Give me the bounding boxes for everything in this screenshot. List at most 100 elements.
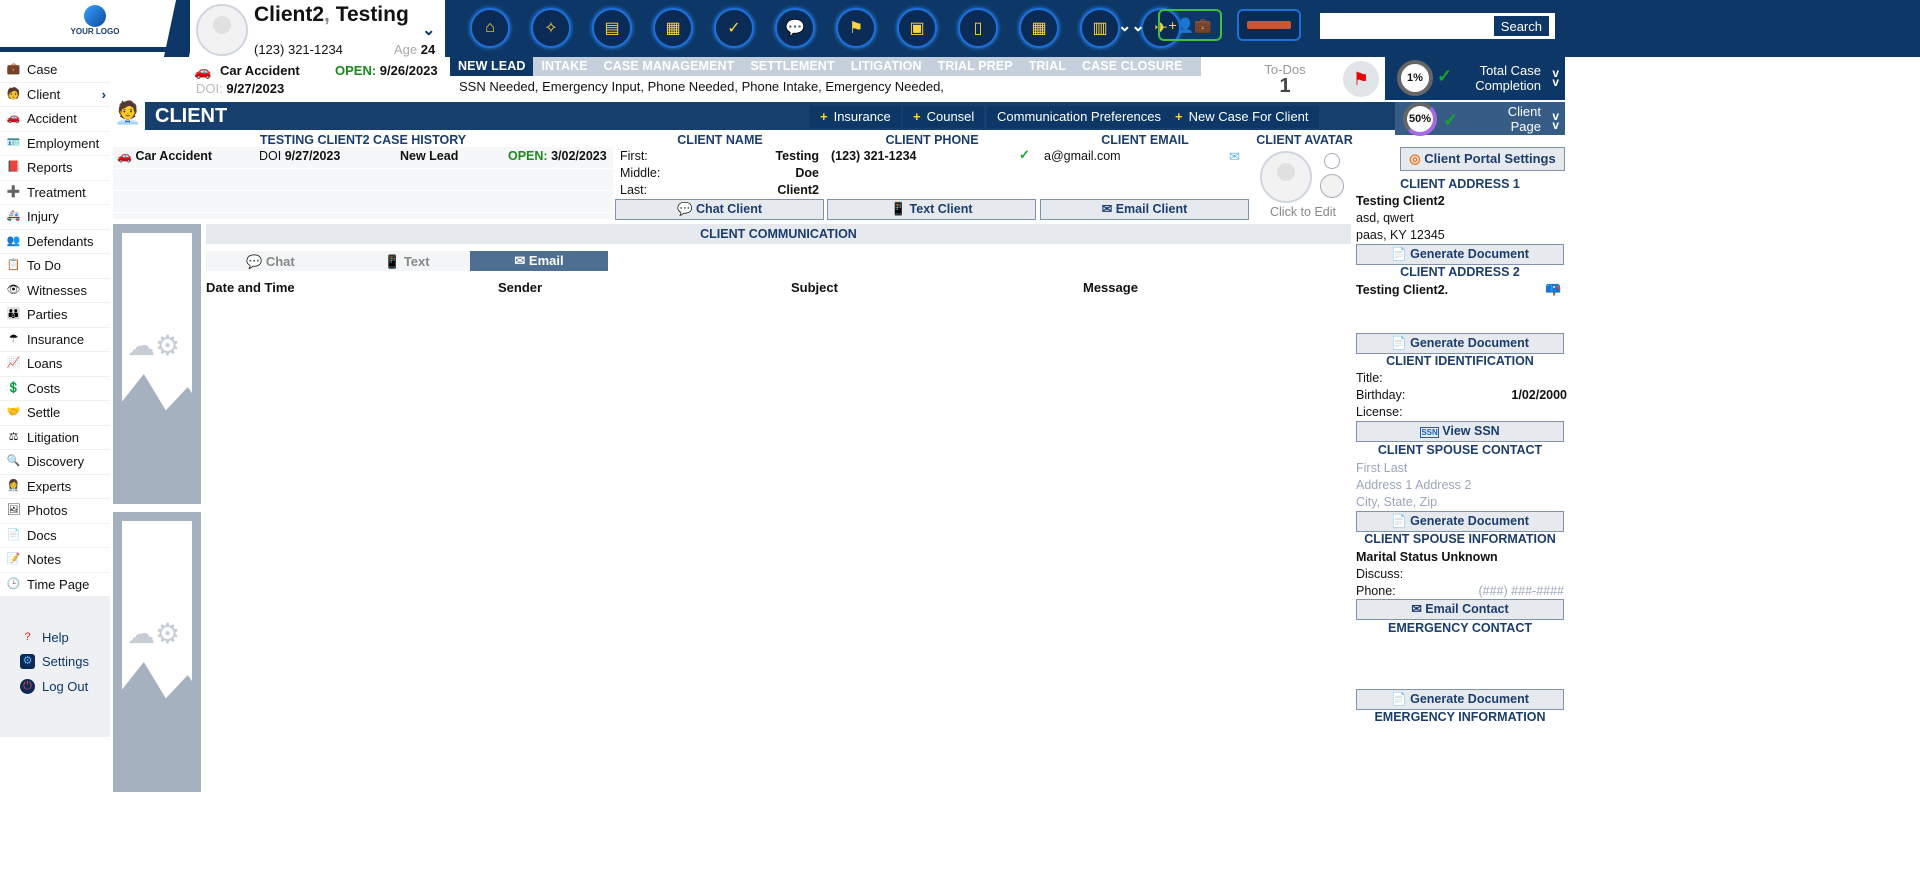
- sidebar-item-witnesses[interactable]: 👁 Witnesses: [0, 279, 110, 303]
- chevron-down-icon[interactable]: ⌄: [422, 20, 435, 40]
- sidebar-item-defendants[interactable]: 👥 Defendants: [0, 230, 110, 254]
- generate-document-button[interactable]: 📄 Generate Document: [1356, 333, 1564, 354]
- home-icon[interactable]: ⌂: [470, 8, 510, 48]
- email-client-button[interactable]: ✉ Email Client: [1040, 199, 1249, 220]
- image-placeholder[interactable]: ☁⚙: [113, 512, 201, 792]
- new-case-for-client-button[interactable]: + New Case For Client: [1165, 106, 1319, 128]
- add-counsel-button[interactable]: + Counsel: [903, 106, 985, 128]
- column-header-date[interactable]: Date and Time: [206, 280, 295, 295]
- image-placeholder[interactable]: ☁⚙: [113, 224, 201, 504]
- avatar-option[interactable]: [1324, 153, 1340, 169]
- logo[interactable]: YOUR LOGO: [0, 0, 190, 52]
- module-icons: ⌂ ✧ ▤ ▦ ✓ 💬 ⚑ ▣ ▯ ▦ ▥ ✈: [470, 8, 1181, 48]
- compass-icon[interactable]: ✧: [531, 8, 571, 48]
- sidebar-item-treatment[interactable]: ➕ Treatment: [0, 181, 110, 205]
- settle-icon: 🤝: [6, 406, 21, 419]
- envelope-icon[interactable]: ✉: [1229, 149, 1240, 165]
- inbox-icon[interactable]: [1237, 9, 1301, 41]
- calendar-icon[interactable]: ▦: [653, 8, 693, 48]
- document-icon[interactable]: ▤: [592, 8, 632, 48]
- sidebar-item-client[interactable]: 🧑 Client ›: [0, 83, 110, 107]
- sidebar-item-help[interactable]: ? Help: [0, 625, 110, 650]
- search-box: Search: [1320, 13, 1555, 39]
- sidebar-item-docs[interactable]: 📄 Docs: [0, 524, 110, 548]
- generate-document-button[interactable]: 📄 Generate Document: [1356, 511, 1564, 532]
- total-completion-panel[interactable]: 1% ✓ Total Case Completion vv: [1385, 57, 1565, 100]
- calculator-icon[interactable]: ▦: [1019, 8, 1059, 48]
- sidebar-item-discovery[interactable]: 🔍 Discovery: [0, 450, 110, 475]
- sidebar-item-settle[interactable]: 🤝 Settle: [0, 401, 110, 426]
- sidebar-item-loans[interactable]: 📈 Loans: [0, 352, 110, 377]
- search-button[interactable]: Search: [1493, 16, 1549, 36]
- add-client-case-button[interactable]: +👤💼: [1158, 9, 1222, 41]
- mailbox-icon[interactable]: 📪: [1545, 281, 1561, 297]
- tab-text[interactable]: 📱 Text: [384, 254, 430, 270]
- todos-counter[interactable]: To-Dos 1: [1255, 62, 1315, 96]
- stage-tab-case-management[interactable]: CASE MANAGEMENT: [596, 57, 743, 76]
- client-portal-settings-button[interactable]: ◎ Client Portal Settings: [1400, 147, 1565, 171]
- click-to-edit-label: Click to Edit: [1270, 205, 1336, 219]
- generate-document-button[interactable]: 📄 Generate Document: [1356, 244, 1564, 265]
- client-avatar[interactable]: [196, 4, 248, 56]
- sidebar-item-injury[interactable]: 🚑 Injury: [0, 205, 110, 230]
- sidebar-item-settings[interactable]: ⚙ Settings: [0, 650, 110, 675]
- stage-tab-trial-prep[interactable]: TRIAL PREP: [930, 57, 1021, 76]
- stage-tab-new-lead[interactable]: NEW LEAD: [450, 57, 534, 76]
- add-insurance-button[interactable]: + Insurance: [810, 106, 901, 128]
- sidebar-item-time-page[interactable]: 🕒 Time Page: [0, 573, 110, 597]
- sidebar-item-litigation[interactable]: ⚖ Litigation: [0, 426, 110, 450]
- client-avatar-image[interactable]: [1260, 151, 1312, 203]
- column-header-sender[interactable]: Sender: [498, 280, 542, 295]
- spouse-address: Address 1 Address 2: [1356, 478, 1472, 492]
- stage-tab-settlement[interactable]: SETTLEMENT: [742, 57, 842, 76]
- expand-icon[interactable]: vv: [1552, 110, 1559, 131]
- sidebar-item-experts[interactable]: 👩‍⚕️ Experts: [0, 475, 110, 499]
- column-header-subject[interactable]: Subject: [791, 280, 838, 295]
- chart-icon[interactable]: ▣: [897, 8, 937, 48]
- stage-tab-intake[interactable]: INTAKE: [533, 57, 595, 76]
- case-type: Car Accident: [220, 63, 300, 78]
- avatar-option[interactable]: [1320, 174, 1344, 198]
- sidebar-item-photos[interactable]: 🖼 Photos: [0, 499, 110, 524]
- text-client-button[interactable]: 📱 Text Client: [827, 199, 1036, 220]
- stage-tab-trial[interactable]: TRIAL: [1021, 57, 1074, 76]
- view-ssn-button[interactable]: SSN View SSN: [1356, 421, 1564, 442]
- expand-icon[interactable]: vv: [1552, 67, 1559, 88]
- sidebar-item-case[interactable]: 💼 Case: [0, 58, 110, 83]
- sidebar-item-insurance[interactable]: ☂ Insurance: [0, 328, 110, 352]
- check-icon[interactable]: ✓: [714, 8, 754, 48]
- library-icon[interactable]: ▥: [1080, 8, 1120, 48]
- flag-icon[interactable]: ⚑: [836, 8, 876, 48]
- email-contact-button[interactable]: ✉ Email Contact: [1356, 599, 1564, 620]
- sidebar-item-logout[interactable]: ⏻ Log Out: [0, 674, 110, 699]
- time-page-icon: 🕒: [6, 577, 21, 590]
- chat-client-button[interactable]: 💬 Chat Client: [615, 199, 824, 220]
- sidebar-item-to-do[interactable]: 📋 To Do: [0, 254, 110, 279]
- sidebar-item-parties[interactable]: 👪 Parties: [0, 303, 110, 328]
- generate-document-button[interactable]: 📄 Generate Document: [1356, 689, 1564, 710]
- sidebar-item-accident[interactable]: 🚗 Accident: [0, 107, 110, 132]
- sidebar-item-reports[interactable]: 📕 Reports: [0, 156, 110, 181]
- search-input[interactable]: [1324, 13, 1494, 37]
- flag-icon[interactable]: ⚑: [1343, 61, 1379, 97]
- chat-icon[interactable]: 💬: [775, 8, 815, 48]
- tab-email[interactable]: ✉ Email: [470, 251, 608, 271]
- column-header-message[interactable]: Message: [1083, 280, 1138, 295]
- book-icon[interactable]: ▯: [958, 8, 998, 48]
- stage-tab-litigation[interactable]: LITIGATION: [843, 57, 930, 76]
- sidebar-item-costs[interactable]: 💲 Costs: [0, 377, 110, 401]
- client-email-value[interactable]: a@gmail.com: [1044, 149, 1121, 166]
- client-phone-title: CLIENT PHONE: [885, 133, 979, 147]
- sidebar-item-employment[interactable]: 🪪 Employment: [0, 132, 110, 156]
- stage-tab-case-closure[interactable]: CASE CLOSURE: [1074, 57, 1191, 76]
- client-phone-value[interactable]: (123) 321-1234: [831, 149, 916, 166]
- page-completion-panel[interactable]: 50% ✓ Client Page vv: [1395, 102, 1565, 136]
- communication-preferences-button[interactable]: Communication Preferences: [987, 106, 1172, 128]
- emergency-info-title: EMERGENCY INFORMATION: [1374, 710, 1546, 724]
- case-history-row[interactable]: 🚗 Car Accident DOI 9/27/2023 New Lead OP…: [117, 149, 612, 166]
- tab-chat[interactable]: 💬 Chat: [246, 254, 295, 270]
- more-modules-icon[interactable]: ⌄⌄: [1118, 16, 1145, 36]
- defendants-icon: 👥: [6, 234, 21, 247]
- sidebar-item-notes[interactable]: 📝 Notes: [0, 548, 110, 573]
- marital-status: Marital Status Unknown: [1356, 550, 1498, 564]
